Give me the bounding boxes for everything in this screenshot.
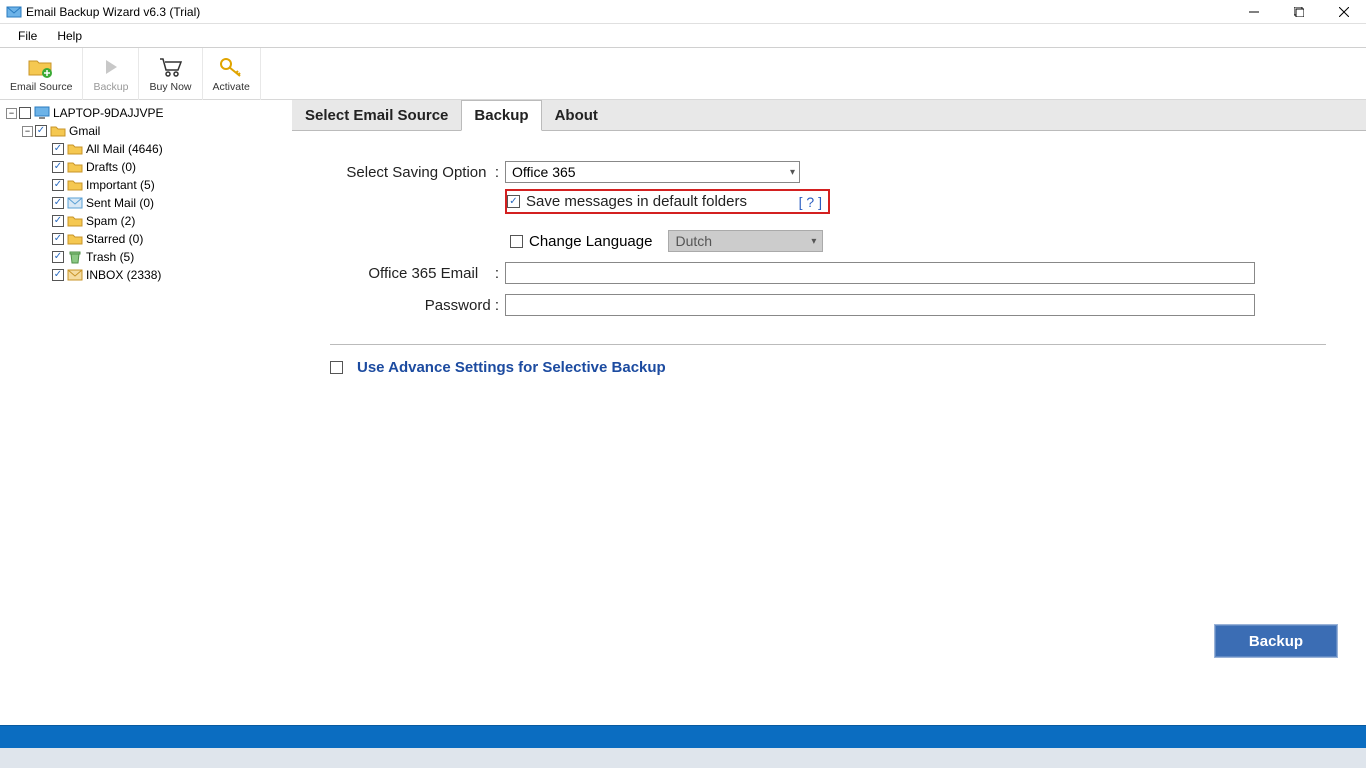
backup-panel: Select Saving Option : Office 365 ▾ Save…	[290, 131, 1366, 726]
folder-plus-icon	[27, 54, 55, 80]
menu-file[interactable]: File	[8, 26, 47, 46]
backup-button[interactable]: Backup	[1214, 624, 1338, 658]
cart-icon	[156, 54, 184, 80]
titlebar-text: Email Backup Wizard v6.3 (Trial)	[26, 5, 1231, 19]
advance-settings-row: Use Advance Settings for Selective Backu…	[330, 359, 1326, 376]
tree-checkbox[interactable]	[52, 143, 64, 155]
content-panel: Select Email Source Backup About Select …	[290, 100, 1366, 725]
minimize-button[interactable]	[1231, 0, 1276, 24]
chevron-down-icon: ▾	[811, 236, 816, 247]
change-language-row: Change Language Dutch ▾	[510, 230, 1326, 252]
collapse-icon[interactable]: −	[6, 108, 17, 119]
advance-settings-label: Use Advance Settings for Selective Backu…	[357, 359, 666, 376]
email-label: Office 365 Email :	[330, 265, 505, 282]
tree-item[interactable]: Starred (0)	[52, 230, 284, 248]
toolbar: Email Source Backup Buy Now Activate	[0, 48, 1366, 100]
bottombar	[0, 748, 1366, 768]
tree-item[interactable]: Important (5)	[52, 176, 284, 194]
tree-root-label: LAPTOP-9DAJJVPE	[53, 106, 163, 120]
app-icon	[6, 4, 22, 20]
tab-select-email-source[interactable]: Select Email Source	[292, 100, 461, 130]
office365-email-input[interactable]	[505, 262, 1255, 284]
statusbar	[0, 725, 1366, 748]
language-select[interactable]: Dutch ▾	[668, 230, 823, 252]
tree-checkbox[interactable]	[52, 215, 64, 227]
toolbar-backup[interactable]: Backup	[83, 48, 139, 100]
tree-item[interactable]: Trash (5)	[52, 248, 284, 266]
tree-checkbox[interactable]	[52, 197, 64, 209]
tree-item[interactable]: Sent Mail (0)	[52, 194, 284, 212]
toolbar-activate[interactable]: Activate	[203, 48, 261, 100]
password-input[interactable]	[505, 294, 1255, 316]
titlebar: Email Backup Wizard v6.3 (Trial)	[0, 0, 1366, 24]
trash-icon	[67, 250, 83, 264]
save-default-folders-row: Save messages in default folders [ ? ]	[505, 189, 830, 214]
folder-icon	[67, 142, 83, 156]
folder-icon	[67, 178, 83, 192]
folder-tree: − LAPTOP-9DAJJVPE − Gmail All Mail (4646…	[0, 100, 290, 725]
tree-gmail[interactable]: − Gmail	[22, 122, 284, 140]
tree-item[interactable]: Drafts (0)	[52, 158, 284, 176]
tree-checkbox[interactable]	[52, 179, 64, 191]
play-icon	[97, 54, 125, 80]
sent-icon	[67, 196, 83, 210]
tree-item[interactable]: All Mail (4646)	[52, 140, 284, 158]
saving-option-select[interactable]: Office 365 ▾	[505, 161, 800, 183]
toolbar-buy-now[interactable]: Buy Now	[139, 48, 202, 100]
menubar: File Help	[0, 24, 1366, 48]
tree-checkbox[interactable]	[19, 107, 31, 119]
tree-checkbox[interactable]	[35, 125, 47, 137]
save-default-label: Save messages in default folders	[526, 193, 793, 210]
maximize-button[interactable]	[1276, 0, 1321, 24]
saving-option-label: Select Saving Option :	[330, 164, 505, 181]
tree-item[interactable]: INBOX (2338)	[52, 266, 284, 284]
inbox-icon	[67, 268, 83, 282]
help-link[interactable]: [ ? ]	[799, 194, 822, 210]
main-area: − LAPTOP-9DAJJVPE − Gmail All Mail (4646…	[0, 100, 1366, 725]
tree-checkbox[interactable]	[52, 233, 64, 245]
computer-icon	[34, 106, 50, 120]
advance-settings-checkbox[interactable]	[330, 361, 343, 374]
divider	[330, 344, 1326, 345]
save-default-checkbox[interactable]	[507, 195, 520, 208]
key-icon	[217, 54, 245, 80]
close-button[interactable]	[1321, 0, 1366, 24]
folder-icon	[67, 232, 83, 246]
tree-root[interactable]: − LAPTOP-9DAJJVPE	[6, 104, 284, 122]
chevron-down-icon: ▾	[790, 167, 795, 178]
tree-checkbox[interactable]	[52, 251, 64, 263]
tab-about[interactable]: About	[542, 100, 611, 130]
tree-item[interactable]: Spam (2)	[52, 212, 284, 230]
tabstrip: Select Email Source Backup About	[292, 100, 1366, 131]
tab-backup[interactable]: Backup	[461, 100, 541, 131]
toolbar-email-source[interactable]: Email Source	[0, 48, 83, 100]
tree-checkbox[interactable]	[52, 161, 64, 173]
tree-gmail-label: Gmail	[69, 124, 100, 138]
folder-icon	[50, 124, 66, 138]
window-controls	[1231, 0, 1366, 24]
change-language-checkbox[interactable]	[510, 235, 523, 248]
menu-help[interactable]: Help	[47, 26, 92, 46]
folder-icon	[67, 214, 83, 228]
change-language-label: Change Language	[529, 233, 652, 250]
collapse-icon[interactable]: −	[22, 126, 33, 137]
folder-icon	[67, 160, 83, 174]
tree-checkbox[interactable]	[52, 269, 64, 281]
password-label: Password :	[330, 297, 505, 314]
